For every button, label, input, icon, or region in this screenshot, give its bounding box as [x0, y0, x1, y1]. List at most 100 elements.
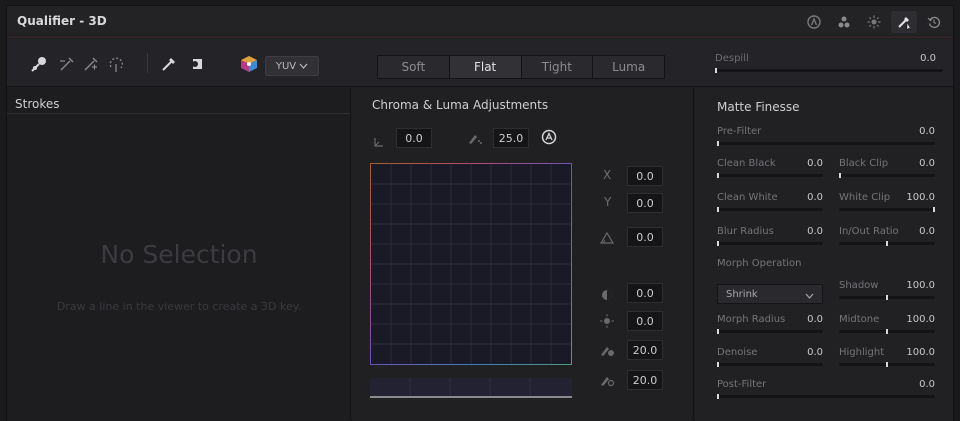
- pre-filter-slider[interactable]: [717, 141, 935, 146]
- toolbar: YUV Soft Flat Tight Luma: [7, 39, 953, 87]
- midtone-slider[interactable]: [839, 329, 935, 334]
- blur-radius-slider-knob[interactable]: [717, 241, 719, 246]
- in-out-ratio-slider[interactable]: [839, 241, 935, 246]
- saturation-field[interactable]: 0.0: [627, 283, 663, 303]
- in-out-ratio-value[interactable]: 0.0: [910, 226, 935, 237]
- highlight-slider-knob[interactable]: [886, 362, 888, 367]
- blur-radius-label: Blur Radius: [717, 226, 774, 237]
- mode-tight[interactable]: Tight: [521, 56, 594, 78]
- eyedropper-minus-icon[interactable]: [57, 55, 77, 73]
- softness-low-field[interactable]: 20.0: [627, 340, 663, 360]
- midtone-slider-knob[interactable]: [886, 329, 888, 334]
- clean-white-slider-knob[interactable]: [717, 207, 719, 212]
- chroma-luma-title: Chroma & Luma Adjustments: [372, 98, 549, 112]
- black-clip-slider[interactable]: [839, 173, 935, 178]
- black-clip-value[interactable]: 0.0: [910, 158, 935, 169]
- luma-strip-grid: [409, 378, 531, 396]
- despill-slider[interactable]: [715, 68, 943, 73]
- x-field[interactable]: 0.0: [627, 166, 663, 186]
- highlight-label: Highlight: [839, 347, 885, 358]
- low-range-field[interactable]: 0.0: [396, 128, 432, 148]
- chroma-luma-grid: [371, 164, 571, 364]
- denoise-value[interactable]: 0.0: [803, 347, 823, 358]
- morph-radius-value[interactable]: 0.0: [803, 314, 823, 325]
- morph-operation-value: Shrink: [726, 289, 758, 300]
- clean-black-value[interactable]: 0.0: [803, 158, 823, 169]
- high-range-field[interactable]: 25.0: [493, 128, 529, 148]
- title-bar-icons: [801, 11, 947, 33]
- blur-radius-slider[interactable]: [717, 241, 823, 246]
- post-filter-slider[interactable]: [717, 394, 935, 399]
- mode-soft[interactable]: Soft: [378, 56, 450, 78]
- auto-icon[interactable]: [541, 129, 557, 149]
- softness-low-icon: [599, 342, 615, 361]
- y-field[interactable]: 0.0: [627, 193, 663, 213]
- mode-flat[interactable]: Flat: [449, 56, 522, 78]
- feather-icon[interactable]: [107, 55, 127, 73]
- toolbar-divider: [147, 53, 148, 73]
- in-out-ratio-label: In/Out Ratio: [839, 226, 899, 237]
- morph-radius-slider[interactable]: [717, 329, 823, 334]
- angle-field[interactable]: 0.0: [627, 227, 663, 247]
- eyedropper-pick-icon[interactable]: [29, 55, 49, 73]
- mode-luma[interactable]: Luma: [593, 56, 664, 78]
- colorspace-value: YUV: [275, 60, 297, 72]
- highlight-slider[interactable]: [839, 362, 935, 367]
- colorspace-dropdown[interactable]: YUV: [265, 56, 319, 76]
- despill-value[interactable]: 0.0: [911, 53, 936, 64]
- sun-icon[interactable]: [861, 11, 887, 33]
- softness-high-icon: [599, 372, 615, 391]
- high-range-icon: [467, 130, 483, 149]
- softness-high-field[interactable]: 20.0: [627, 370, 663, 390]
- eyedropper-plus-icon[interactable]: [81, 55, 101, 73]
- matte-finesse-panel: Matte Finesse Pre-Filter 0.0 Clean Black…: [695, 88, 953, 421]
- chevron-down-icon: [805, 291, 814, 302]
- shadow-slider[interactable]: [839, 295, 935, 300]
- black-clip-slider-knob[interactable]: [839, 173, 841, 178]
- saturation-icon: [601, 286, 613, 305]
- white-clip-slider-knob[interactable]: [933, 207, 935, 212]
- shadow-value[interactable]: 100.0: [903, 280, 935, 291]
- luminance-field[interactable]: 0.0: [627, 311, 663, 331]
- denoise-label: Denoise: [717, 347, 758, 358]
- no-selection-hint: Draw a line in the viewer to create a 3D…: [56, 300, 302, 313]
- x-label: X: [603, 168, 612, 182]
- pre-filter-slider-knob[interactable]: [717, 141, 719, 146]
- morph-radius-slider-knob[interactable]: [717, 329, 719, 334]
- highlight-icon[interactable]: [185, 55, 205, 73]
- luma-strip[interactable]: [370, 378, 572, 398]
- in-out-ratio-slider-knob[interactable]: [886, 241, 888, 246]
- reset-icon[interactable]: [921, 11, 947, 33]
- circle-a-icon[interactable]: [801, 11, 827, 33]
- post-filter-slider-knob[interactable]: [717, 394, 719, 399]
- blur-radius-value[interactable]: 0.0: [803, 226, 823, 237]
- clean-black-slider[interactable]: [717, 173, 823, 178]
- despill-slider-knob[interactable]: [715, 68, 717, 73]
- color-cube-icon[interactable]: [239, 55, 259, 73]
- denoise-slider-knob[interactable]: [717, 362, 719, 367]
- qualifier-mode-selector: Soft Flat Tight Luma: [377, 55, 665, 79]
- chroma-luma-graph[interactable]: [370, 163, 572, 365]
- post-filter-label: Post-Filter: [717, 379, 767, 390]
- denoise-slider[interactable]: [717, 362, 823, 367]
- shadow-label: Shadow: [839, 280, 879, 291]
- white-clip-value[interactable]: 100.0: [903, 192, 935, 203]
- pre-filter-value[interactable]: 0.0: [910, 126, 935, 137]
- post-filter-value[interactable]: 0.0: [910, 379, 935, 390]
- morph-operation-dropdown[interactable]: Shrink: [717, 284, 823, 304]
- three-circles-icon[interactable]: [831, 11, 857, 33]
- midtone-value[interactable]: 100.0: [903, 314, 935, 325]
- white-clip-slider[interactable]: [839, 207, 935, 212]
- clean-white-slider[interactable]: [717, 207, 823, 212]
- shadow-slider-knob[interactable]: [886, 295, 888, 300]
- midtone-label: Midtone: [839, 314, 880, 325]
- highlight-value[interactable]: 100.0: [903, 347, 935, 358]
- qualifier-window: Qualifier - 3D YUV Soft Flat Tight Luma …: [6, 5, 954, 421]
- magic-wand-icon[interactable]: [159, 55, 179, 73]
- chevron-down-icon: [299, 61, 308, 72]
- clean-white-value[interactable]: 0.0: [803, 192, 823, 203]
- clean-black-slider-knob[interactable]: [717, 173, 719, 178]
- eyedropper-active-icon[interactable]: [891, 11, 917, 33]
- luminance-icon: [600, 313, 614, 332]
- black-clip-label: Black Clip: [839, 158, 889, 169]
